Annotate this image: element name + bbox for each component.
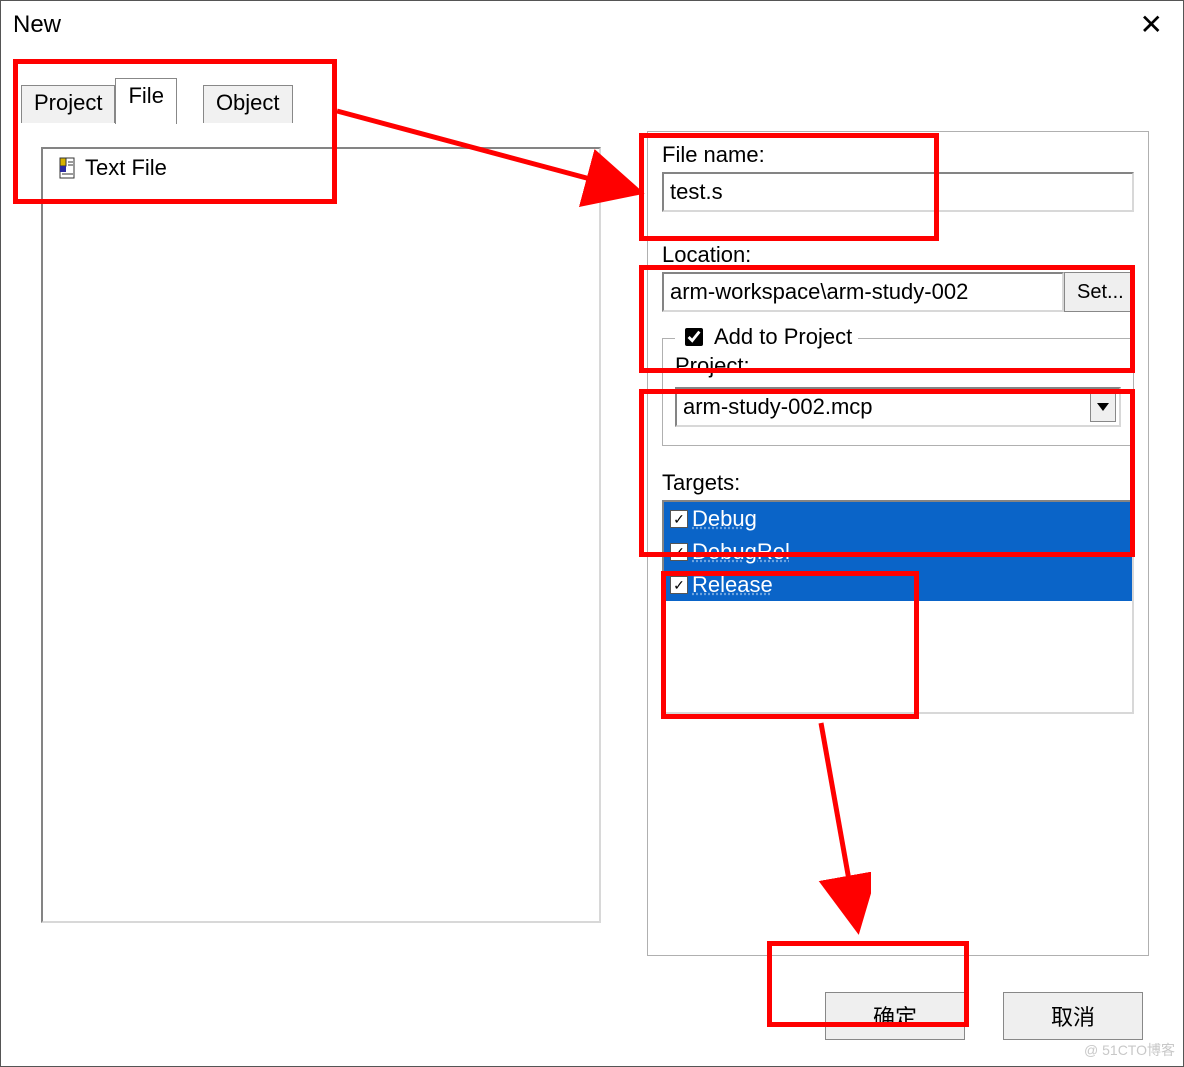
project-select[interactable]: arm-study-002.mcp [675, 387, 1121, 427]
new-dialog-window: New ✕ Project File Object [0, 0, 1184, 1067]
text-file-label: Text File [85, 155, 167, 181]
set-button[interactable]: Set... [1064, 272, 1134, 312]
tab-object[interactable]: Object [203, 85, 293, 123]
tab-project[interactable]: Project [21, 85, 115, 123]
target-checkbox[interactable]: ✓ [670, 543, 688, 561]
project-label: Project: [675, 353, 1121, 379]
titlebar: New ✕ [1, 1, 1183, 45]
list-item[interactable]: Text File [47, 155, 595, 181]
watermark: @ 51CTO博客 [1084, 1040, 1175, 1060]
tab-file[interactable]: File [115, 78, 176, 124]
dialog-buttons: 确定 取消 [825, 992, 1143, 1040]
dialog-body: Project File Object Text File [17, 61, 1167, 966]
close-icon[interactable]: ✕ [1130, 11, 1173, 39]
chevron-down-icon[interactable] [1090, 392, 1116, 422]
location-field[interactable] [662, 272, 1064, 312]
target-row[interactable]: ✓ Release [664, 568, 1132, 601]
target-label: Debug [692, 506, 757, 532]
targets-list[interactable]: ✓ Debug ✓ DebugRel ✓ Release [662, 500, 1134, 714]
target-row[interactable]: ✓ Debug [664, 502, 1132, 535]
ok-button[interactable]: 确定 [825, 992, 965, 1040]
add-to-project-group: Add to Project Project: arm-study-002.mc… [662, 338, 1134, 446]
cancel-button[interactable]: 取消 [1003, 992, 1143, 1040]
target-label: DebugRel [692, 539, 790, 565]
location-label: Location: [662, 242, 1134, 268]
add-to-project-label: Add to Project [714, 324, 852, 350]
text-file-icon [57, 157, 79, 179]
file-name-label: File name: [662, 142, 1134, 168]
target-row[interactable]: ✓ DebugRel [664, 535, 1132, 568]
project-selected-text: arm-study-002.mcp [677, 394, 1090, 420]
right-panel: File name: Location: Set... Add to Proje… [647, 131, 1149, 956]
target-label: Release [692, 572, 773, 598]
file-name-field[interactable] [662, 172, 1134, 212]
target-checkbox[interactable]: ✓ [670, 576, 688, 594]
file-type-list[interactable]: Text File [41, 147, 601, 923]
window-title: New [13, 11, 61, 39]
tab-row: Project File Object [21, 83, 293, 123]
add-to-project-checkbox[interactable] [685, 328, 703, 346]
targets-label: Targets: [662, 470, 1134, 496]
target-checkbox[interactable]: ✓ [670, 510, 688, 528]
